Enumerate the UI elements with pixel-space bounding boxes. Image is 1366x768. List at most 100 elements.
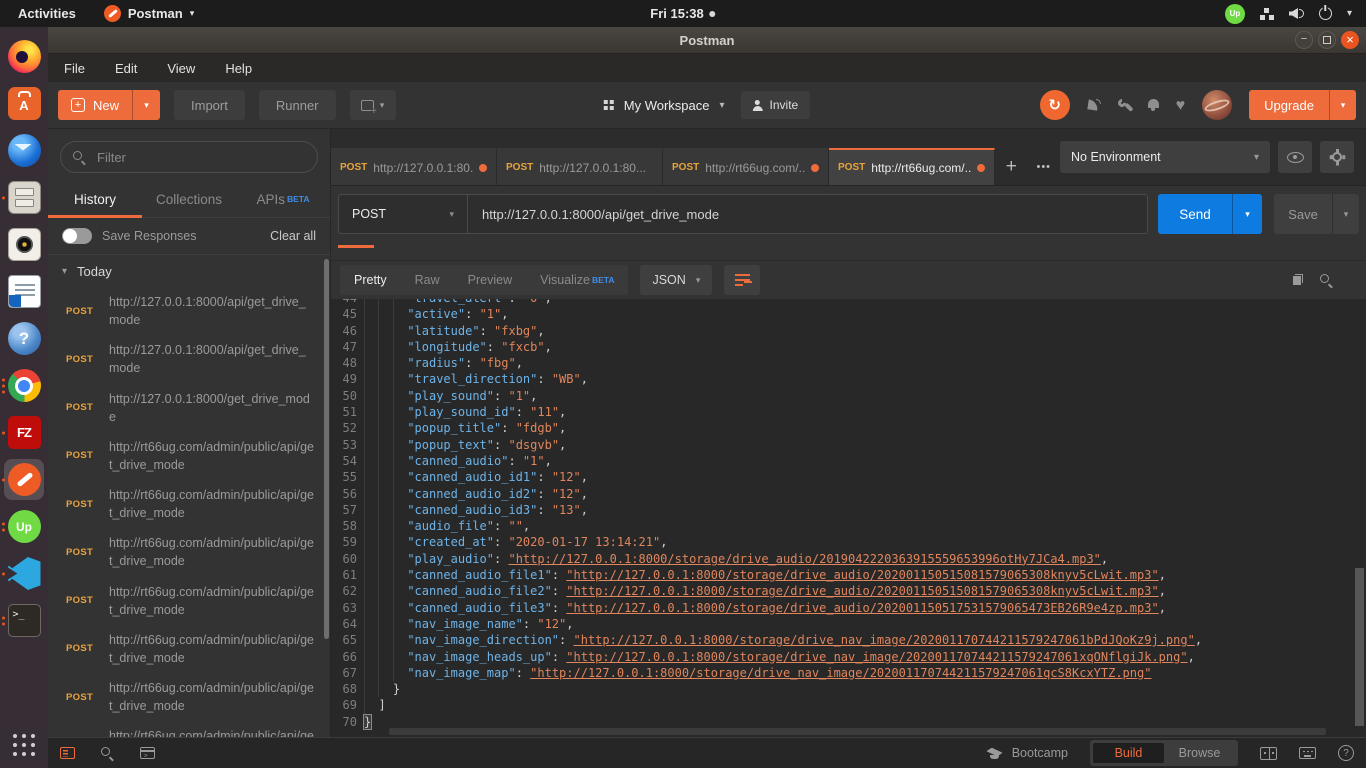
send-button[interactable]: Send xyxy=(1158,194,1232,234)
new-button[interactable]: New xyxy=(58,90,132,120)
dock-item-chrome[interactable] xyxy=(0,362,48,409)
history-item[interactable]: POSThttp://127.0.0.1:8000/api/get_drive_… xyxy=(48,287,330,335)
send-dropdown-button[interactable] xyxy=(1232,194,1262,234)
history-item[interactable]: POSThttp://rt66ug.com/admin/public/api/g… xyxy=(48,673,330,721)
search-icon[interactable] xyxy=(1320,274,1333,287)
environment-settings-button[interactable] xyxy=(1320,141,1354,173)
power-icon[interactable] xyxy=(1319,7,1332,20)
method-selector[interactable]: POST xyxy=(339,195,468,233)
horizontal-scrollbar[interactable] xyxy=(389,728,1326,735)
menu-file[interactable]: File xyxy=(64,61,85,76)
console-icon[interactable] xyxy=(140,747,155,759)
url-input[interactable]: http://127.0.0.1:8000/api/get_drive_mode xyxy=(468,195,1147,233)
vertical-scrollbar[interactable] xyxy=(1355,568,1364,726)
browse-tab[interactable]: Browse xyxy=(1164,743,1235,763)
history-item[interactable]: POSThttp://127.0.0.1:8000/api/get_drive_… xyxy=(48,335,330,383)
app-menu[interactable]: Postman xyxy=(94,0,204,27)
tab-history[interactable]: History xyxy=(48,181,142,217)
upwork-tray-icon[interactable] xyxy=(1225,4,1245,24)
dock-item-vscode[interactable] xyxy=(0,550,48,597)
activities-button[interactable]: Activities xyxy=(0,0,94,27)
keyboard-shortcuts-icon[interactable] xyxy=(1299,747,1316,759)
volume-icon[interactable] xyxy=(1289,8,1304,19)
request-tab[interactable]: POSThttp://127.0.0.1:80... xyxy=(497,148,663,185)
clear-all-button[interactable]: Clear all xyxy=(270,229,316,243)
window-titlebar[interactable]: Postman xyxy=(48,27,1366,54)
minimize-button[interactable] xyxy=(1295,31,1313,49)
wrap-lines-button[interactable] xyxy=(724,265,760,295)
open-new-tab-button[interactable] xyxy=(995,148,1028,185)
maximize-button[interactable] xyxy=(1318,31,1336,49)
user-avatar[interactable] xyxy=(1202,90,1232,120)
upgrade-button[interactable]: Upgrade xyxy=(1249,90,1329,120)
sidebar-scrollbar[interactable] xyxy=(324,259,329,639)
request-tab[interactable]: POSThttp://127.0.0.1:80... xyxy=(331,148,497,185)
close-button[interactable] xyxy=(1341,31,1359,49)
tab-apis[interactable]: APIsBETA xyxy=(236,181,330,217)
find-icon[interactable] xyxy=(101,747,114,760)
history-section-header[interactable]: Today xyxy=(48,255,330,287)
new-window-button[interactable] xyxy=(350,90,396,120)
notifications-bell-icon[interactable] xyxy=(1148,99,1159,111)
tab-options-button[interactable] xyxy=(1028,148,1061,185)
request-tab[interactable]: POSThttp://rt66ug.com/... xyxy=(829,148,995,185)
help-icon[interactable] xyxy=(1338,745,1354,761)
history-item[interactable]: POSThttp://rt66ug.com/admin/public/api/g… xyxy=(48,721,330,737)
bootcamp-button[interactable]: Bootcamp xyxy=(986,746,1068,760)
filter-input[interactable] xyxy=(95,149,305,166)
dock-item-help[interactable] xyxy=(0,315,48,362)
import-button[interactable]: Import xyxy=(174,90,245,120)
response-link[interactable]: "http://127.0.0.1:8000/storage/drive_nav… xyxy=(566,650,1187,664)
view-preview[interactable]: Preview xyxy=(454,265,526,295)
network-icon[interactable] xyxy=(1260,8,1274,20)
show-applications-icon[interactable] xyxy=(11,732,37,758)
dock-item-software[interactable] xyxy=(0,80,48,127)
response-body-editor[interactable]: 44"travel_alert": "0",45"active": "1",46… xyxy=(331,299,1366,737)
environment-selector[interactable]: No Environment xyxy=(1060,141,1270,173)
history-item[interactable]: POSThttp://rt66ug.com/admin/public/api/g… xyxy=(48,577,330,625)
settings-wrench-icon[interactable] xyxy=(1118,99,1131,112)
dock-item-terminal[interactable] xyxy=(0,597,48,644)
filter-box[interactable] xyxy=(60,141,318,173)
history-item[interactable]: POSThttp://rt66ug.com/admin/public/api/g… xyxy=(48,432,330,480)
runner-button[interactable]: Runner xyxy=(259,90,336,120)
heart-icon[interactable] xyxy=(1176,99,1186,112)
tab-collections[interactable]: Collections xyxy=(142,181,236,217)
dock-item-rhythmbox[interactable] xyxy=(0,221,48,268)
history-item[interactable]: POSThttp://rt66ug.com/admin/public/api/g… xyxy=(48,625,330,673)
history-item[interactable]: POSThttp://rt66ug.com/admin/public/api/g… xyxy=(48,480,330,528)
response-format-selector[interactable]: JSON xyxy=(640,265,712,295)
dock-item-writer[interactable] xyxy=(0,268,48,315)
history-item[interactable]: POSThttp://rt66ug.com/admin/public/api/g… xyxy=(48,528,330,576)
sync-button[interactable] xyxy=(1040,90,1070,120)
view-raw[interactable]: Raw xyxy=(401,265,454,295)
response-link[interactable]: "http://127.0.0.1:8000/storage/drive_aud… xyxy=(566,601,1158,615)
view-visualize[interactable]: VisualizeBETA xyxy=(526,265,628,295)
view-pretty[interactable]: Pretty xyxy=(340,265,401,295)
build-tab[interactable]: Build xyxy=(1093,743,1164,763)
dock-item-upwork[interactable] xyxy=(0,503,48,550)
save-button[interactable]: Save xyxy=(1274,194,1332,234)
invite-button[interactable]: Invite xyxy=(741,91,811,119)
dock-item-postman[interactable] xyxy=(0,456,48,503)
response-link[interactable]: "http://127.0.0.1:8000/storage/drive_nav… xyxy=(573,633,1194,647)
new-dropdown-button[interactable] xyxy=(132,90,160,120)
environment-quick-look-button[interactable] xyxy=(1278,141,1312,173)
menu-help[interactable]: Help xyxy=(225,61,252,76)
chevron-down-icon[interactable] xyxy=(720,100,725,111)
chevron-down-icon[interactable] xyxy=(1347,8,1352,19)
response-link[interactable]: "http://127.0.0.1:8000/storage/drive_aud… xyxy=(566,584,1158,598)
save-dropdown-button[interactable] xyxy=(1332,194,1359,234)
response-link[interactable]: "http://127.0.0.1:8000/storage/drive_nav… xyxy=(530,666,1151,680)
dock-item-thunderbird[interactable] xyxy=(0,127,48,174)
response-link[interactable]: "http://127.0.0.1:8000/storage/drive_aud… xyxy=(566,568,1158,582)
request-tab[interactable]: POSThttp://rt66ug.com/... xyxy=(663,148,829,185)
response-link[interactable]: "http://127.0.0.1:8000/storage/drive_aud… xyxy=(508,552,1100,566)
dock-item-firefox[interactable] xyxy=(0,33,48,80)
menu-view[interactable]: View xyxy=(167,61,195,76)
interceptor-icon[interactable] xyxy=(1087,99,1101,112)
workspace-selector[interactable]: My Workspace xyxy=(624,98,710,113)
upgrade-dropdown-button[interactable] xyxy=(1329,90,1356,120)
dock-item-filezilla[interactable] xyxy=(0,409,48,456)
menu-edit[interactable]: Edit xyxy=(115,61,137,76)
